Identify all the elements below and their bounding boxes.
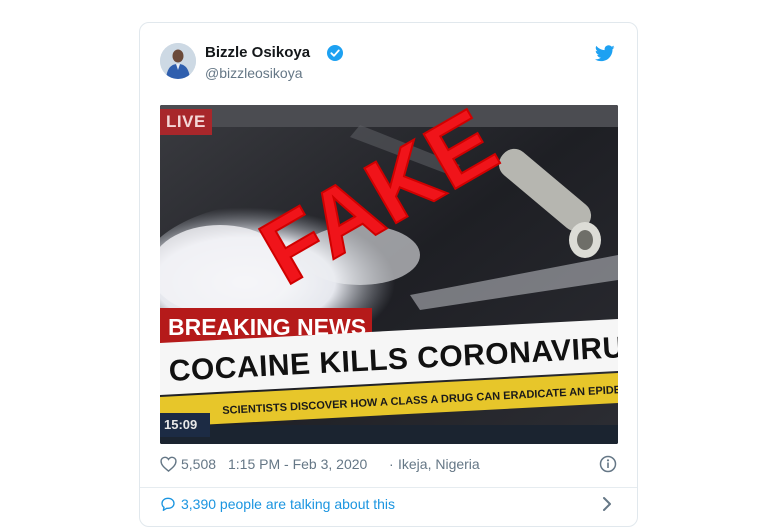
- heart-icon[interactable]: [160, 456, 177, 472]
- tweet-media-image[interactable]: LIVE BREAKING NEWS COCAINE KILLS CORONAV…: [160, 105, 618, 444]
- verified-icon: [327, 45, 343, 61]
- tweet-location[interactable]: Ikeja, Nigeria: [398, 456, 480, 472]
- twitter-bird-icon[interactable]: [594, 45, 615, 62]
- comment-icon: [160, 496, 176, 512]
- conversation-link[interactable]: 3,390 people are talking about this: [160, 494, 617, 516]
- tweet-meta: 5,508 1:15 PM - Feb 3, 2020 · Ikeja, Nig…: [160, 455, 617, 475]
- live-badge: LIVE: [160, 109, 212, 135]
- tweet-card[interactable]: Bizzle Osikoya @bizzleosikoya LIVE BREAK…: [139, 22, 638, 527]
- broadcast-clock: 15:09: [160, 413, 210, 437]
- meta-separator: ·: [389, 456, 394, 472]
- tweet-timestamp[interactable]: 1:15 PM - Feb 3, 2020: [228, 456, 367, 472]
- chevron-right-icon[interactable]: [601, 496, 613, 512]
- tweet-header: Bizzle Osikoya @bizzleosikoya: [160, 43, 617, 83]
- like-count[interactable]: 5,508: [181, 456, 216, 472]
- conversation-count[interactable]: 3,390 people are talking about this: [181, 496, 395, 512]
- avatar[interactable]: [160, 43, 196, 79]
- user-handle[interactable]: @bizzleosikoya: [205, 65, 302, 81]
- info-icon[interactable]: [599, 455, 617, 473]
- divider: [140, 487, 637, 488]
- display-name[interactable]: Bizzle Osikoya: [205, 44, 310, 61]
